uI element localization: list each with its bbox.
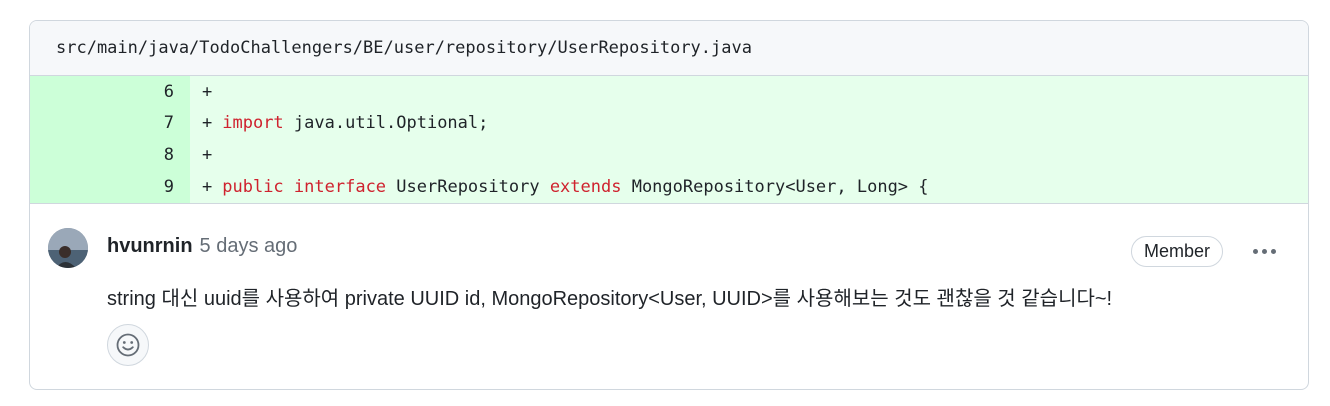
comment-thread: hvunrnin 5 days ago Member string 대신 uui…	[30, 203, 1308, 389]
code-keyword: interface	[293, 177, 387, 197]
author-name[interactable]: hvunrnin	[107, 235, 193, 258]
diff-plus-marker: +	[202, 81, 213, 102]
code-line: +	[190, 139, 1308, 171]
code-keyword: import	[222, 113, 284, 133]
comment-timestamp[interactable]: 5 days ago	[200, 235, 298, 258]
smiley-icon	[116, 333, 140, 357]
diff-line: 7 + import java.util.Optional;	[30, 107, 1308, 139]
kebab-horizontal-icon[interactable]	[1247, 238, 1281, 264]
line-number[interactable]: 7	[30, 107, 190, 139]
diff-plus-marker: +	[202, 113, 213, 133]
line-number[interactable]: 6	[30, 76, 190, 107]
add-reaction-button[interactable]	[107, 324, 149, 366]
kebab-dot	[1270, 248, 1276, 254]
diff-plus-marker: +	[202, 177, 213, 197]
code-text: UserRepository	[386, 177, 550, 197]
code-line: +	[190, 76, 1308, 107]
role-badge: Member	[1131, 236, 1224, 267]
comment-header: hvunrnin 5 days ago	[107, 235, 297, 258]
file-path[interactable]: src/main/java/TodoChallengers/BE/user/re…	[56, 38, 752, 58]
diff-line: 9 + public interface UserRepository exten…	[30, 171, 1308, 203]
diff-hunk: 6 + 7 + import java.util.Optional; 8 + 9 …	[30, 76, 1308, 203]
code-line: + import java.util.Optional;	[190, 107, 1308, 139]
review-comment-card: src/main/java/TodoChallengers/BE/user/re…	[29, 20, 1309, 390]
line-number[interactable]: 8	[30, 139, 190, 171]
line-number[interactable]: 9	[30, 171, 190, 203]
diff-line: 6 +	[30, 76, 1308, 107]
diff-plus-marker: +	[202, 145, 213, 165]
avatar-image	[48, 228, 88, 268]
kebab-dot	[1252, 248, 1258, 254]
code-line: + public interface UserRepository extends…	[190, 171, 1308, 203]
code-text: java.util.Optional;	[283, 113, 489, 133]
comment-body: string 대신 uuid를 사용하여 private UUID id, Mo…	[107, 288, 1113, 310]
code-keyword: public	[222, 177, 284, 197]
code-text: MongoRepository<User, Long> {	[621, 177, 929, 197]
kebab-dot	[1261, 248, 1267, 254]
diff-line: 8 +	[30, 139, 1308, 171]
file-path-header[interactable]: src/main/java/TodoChallengers/BE/user/re…	[30, 21, 1308, 76]
code-keyword: extends	[549, 177, 622, 197]
avatar[interactable]	[48, 228, 88, 268]
